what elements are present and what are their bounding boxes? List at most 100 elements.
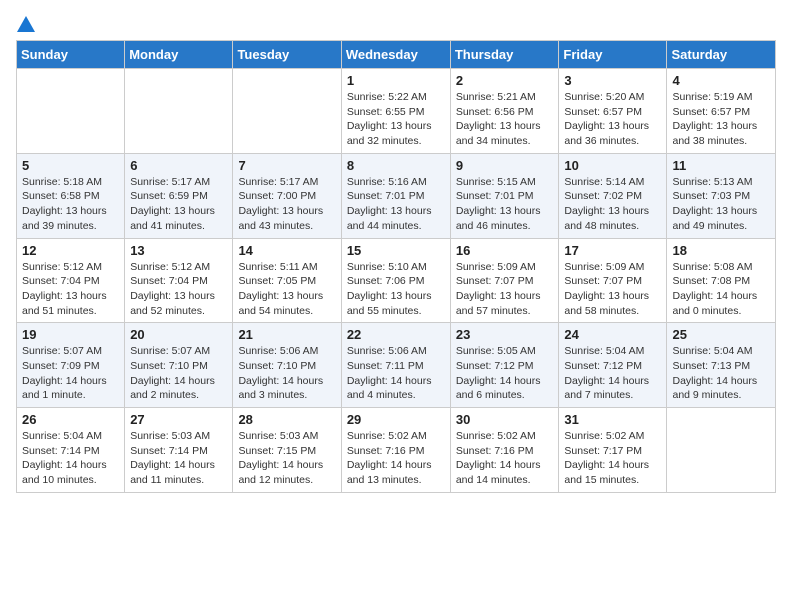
day-info: Sunrise: 5:20 AM Sunset: 6:57 PM Dayligh… xyxy=(564,90,661,149)
day-info: Sunrise: 5:18 AM Sunset: 6:58 PM Dayligh… xyxy=(22,175,119,234)
day-info: Sunrise: 5:21 AM Sunset: 6:56 PM Dayligh… xyxy=(456,90,554,149)
day-number: 21 xyxy=(238,327,335,342)
calendar-cell: 25 Sunrise: 5:04 AM Sunset: 7:13 PM Dayli… xyxy=(667,323,776,408)
day-info: Sunrise: 5:17 AM Sunset: 7:00 PM Dayligh… xyxy=(238,175,335,234)
calendar-cell: 21 Sunrise: 5:06 AM Sunset: 7:10 PM Dayli… xyxy=(233,323,341,408)
page-header xyxy=(16,16,776,32)
calendar-cell: 7 Sunrise: 5:17 AM Sunset: 7:00 PM Daylig… xyxy=(233,153,341,238)
weekday-header: Tuesday xyxy=(233,41,341,69)
calendar-week-row: 12 Sunrise: 5:12 AM Sunset: 7:04 PM Dayli… xyxy=(17,238,776,323)
day-number: 25 xyxy=(672,327,770,342)
day-number: 28 xyxy=(238,412,335,427)
day-info: Sunrise: 5:08 AM Sunset: 7:08 PM Dayligh… xyxy=(672,260,770,319)
day-info: Sunrise: 5:07 AM Sunset: 7:10 PM Dayligh… xyxy=(130,344,227,403)
calendar-cell: 18 Sunrise: 5:08 AM Sunset: 7:08 PM Dayli… xyxy=(667,238,776,323)
day-number: 6 xyxy=(130,158,227,173)
day-number: 10 xyxy=(564,158,661,173)
day-info: Sunrise: 5:12 AM Sunset: 7:04 PM Dayligh… xyxy=(130,260,227,319)
day-info: Sunrise: 5:12 AM Sunset: 7:04 PM Dayligh… xyxy=(22,260,119,319)
day-number: 27 xyxy=(130,412,227,427)
day-number: 17 xyxy=(564,243,661,258)
day-info: Sunrise: 5:06 AM Sunset: 7:10 PM Dayligh… xyxy=(238,344,335,403)
calendar-cell: 4Sunrise: 5:19 AM Sunset: 6:57 PM Daylig… xyxy=(667,69,776,154)
day-info: Sunrise: 5:15 AM Sunset: 7:01 PM Dayligh… xyxy=(456,175,554,234)
weekday-header: Monday xyxy=(125,41,233,69)
day-info: Sunrise: 5:14 AM Sunset: 7:02 PM Dayligh… xyxy=(564,175,661,234)
calendar-header-row: SundayMondayTuesdayWednesdayThursdayFrid… xyxy=(17,41,776,69)
day-number: 31 xyxy=(564,412,661,427)
day-info: Sunrise: 5:04 AM Sunset: 7:13 PM Dayligh… xyxy=(672,344,770,403)
calendar-cell: 27 Sunrise: 5:03 AM Sunset: 7:14 PM Dayli… xyxy=(125,408,233,493)
day-number: 22 xyxy=(347,327,445,342)
day-info: Sunrise: 5:10 AM Sunset: 7:06 PM Dayligh… xyxy=(347,260,445,319)
day-number: 15 xyxy=(347,243,445,258)
day-info: Sunrise: 5:13 AM Sunset: 7:03 PM Dayligh… xyxy=(672,175,770,234)
day-info: Sunrise: 5:17 AM Sunset: 6:59 PM Dayligh… xyxy=(130,175,227,234)
day-number: 7 xyxy=(238,158,335,173)
calendar-cell: 5 Sunrise: 5:18 AM Sunset: 6:58 PM Daylig… xyxy=(17,153,125,238)
day-info: Sunrise: 5:06 AM Sunset: 7:11 PM Dayligh… xyxy=(347,344,445,403)
day-number: 30 xyxy=(456,412,554,427)
calendar-week-row: 19 Sunrise: 5:07 AM Sunset: 7:09 PM Dayli… xyxy=(17,323,776,408)
weekday-header: Wednesday xyxy=(341,41,450,69)
calendar-cell xyxy=(17,69,125,154)
calendar-cell: 15 Sunrise: 5:10 AM Sunset: 7:06 PM Dayli… xyxy=(341,238,450,323)
calendar-cell xyxy=(667,408,776,493)
day-info: Sunrise: 5:09 AM Sunset: 7:07 PM Dayligh… xyxy=(456,260,554,319)
day-info: Sunrise: 5:07 AM Sunset: 7:09 PM Dayligh… xyxy=(22,344,119,403)
day-info: Sunrise: 5:09 AM Sunset: 7:07 PM Dayligh… xyxy=(564,260,661,319)
calendar-cell: 31Sunrise: 5:02 AM Sunset: 7:17 PM Dayli… xyxy=(559,408,667,493)
day-info: Sunrise: 5:03 AM Sunset: 7:14 PM Dayligh… xyxy=(130,429,227,488)
day-number: 2 xyxy=(456,73,554,88)
day-number: 3 xyxy=(564,73,661,88)
day-number: 1 xyxy=(347,73,445,88)
day-number: 14 xyxy=(238,243,335,258)
calendar-cell: 23 Sunrise: 5:05 AM Sunset: 7:12 PM Dayli… xyxy=(450,323,559,408)
calendar-cell: 28 Sunrise: 5:03 AM Sunset: 7:15 PM Dayli… xyxy=(233,408,341,493)
calendar-cell: 30 Sunrise: 5:02 AM Sunset: 7:16 PM Dayli… xyxy=(450,408,559,493)
day-number: 13 xyxy=(130,243,227,258)
day-number: 23 xyxy=(456,327,554,342)
day-number: 12 xyxy=(22,243,119,258)
calendar-cell: 6 Sunrise: 5:17 AM Sunset: 6:59 PM Daylig… xyxy=(125,153,233,238)
calendar-cell: 14Sunrise: 5:11 AM Sunset: 7:05 PM Dayli… xyxy=(233,238,341,323)
calendar-cell: 16Sunrise: 5:09 AM Sunset: 7:07 PM Dayli… xyxy=(450,238,559,323)
calendar-week-row: 5 Sunrise: 5:18 AM Sunset: 6:58 PM Daylig… xyxy=(17,153,776,238)
day-info: Sunrise: 5:04 AM Sunset: 7:12 PM Dayligh… xyxy=(564,344,661,403)
calendar-cell: 2 Sunrise: 5:21 AM Sunset: 6:56 PM Daylig… xyxy=(450,69,559,154)
day-number: 8 xyxy=(347,158,445,173)
calendar-cell: 3 Sunrise: 5:20 AM Sunset: 6:57 PM Daylig… xyxy=(559,69,667,154)
day-number: 5 xyxy=(22,158,119,173)
calendar-cell xyxy=(125,69,233,154)
calendar-cell: 26 Sunrise: 5:04 AM Sunset: 7:14 PM Dayli… xyxy=(17,408,125,493)
calendar-cell: 11 Sunrise: 5:13 AM Sunset: 7:03 PM Dayli… xyxy=(667,153,776,238)
day-info: Sunrise: 5:04 AM Sunset: 7:14 PM Dayligh… xyxy=(22,429,119,488)
day-info: Sunrise: 5:02 AM Sunset: 7:16 PM Dayligh… xyxy=(456,429,554,488)
logo xyxy=(16,16,35,32)
day-number: 4 xyxy=(672,73,770,88)
day-number: 11 xyxy=(672,158,770,173)
calendar-cell: 24Sunrise: 5:04 AM Sunset: 7:12 PM Dayli… xyxy=(559,323,667,408)
calendar-cell: 13 Sunrise: 5:12 AM Sunset: 7:04 PM Dayli… xyxy=(125,238,233,323)
day-number: 20 xyxy=(130,327,227,342)
day-number: 26 xyxy=(22,412,119,427)
day-info: Sunrise: 5:03 AM Sunset: 7:15 PM Dayligh… xyxy=(238,429,335,488)
calendar-week-row: 1 Sunrise: 5:22 AM Sunset: 6:55 PM Daylig… xyxy=(17,69,776,154)
calendar-table: SundayMondayTuesdayWednesdayThursdayFrid… xyxy=(16,40,776,493)
calendar-week-row: 26 Sunrise: 5:04 AM Sunset: 7:14 PM Dayli… xyxy=(17,408,776,493)
calendar-cell: 22 Sunrise: 5:06 AM Sunset: 7:11 PM Dayli… xyxy=(341,323,450,408)
calendar-cell: 20 Sunrise: 5:07 AM Sunset: 7:10 PM Dayli… xyxy=(125,323,233,408)
day-info: Sunrise: 5:05 AM Sunset: 7:12 PM Dayligh… xyxy=(456,344,554,403)
calendar-cell: 9Sunrise: 5:15 AM Sunset: 7:01 PM Daylig… xyxy=(450,153,559,238)
day-info: Sunrise: 5:02 AM Sunset: 7:16 PM Dayligh… xyxy=(347,429,445,488)
calendar-cell: 10 Sunrise: 5:14 AM Sunset: 7:02 PM Dayli… xyxy=(559,153,667,238)
calendar-cell xyxy=(233,69,341,154)
day-number: 19 xyxy=(22,327,119,342)
weekday-header: Thursday xyxy=(450,41,559,69)
calendar-cell: 17 Sunrise: 5:09 AM Sunset: 7:07 PM Dayli… xyxy=(559,238,667,323)
day-info: Sunrise: 5:16 AM Sunset: 7:01 PM Dayligh… xyxy=(347,175,445,234)
calendar-cell: 8 Sunrise: 5:16 AM Sunset: 7:01 PM Daylig… xyxy=(341,153,450,238)
day-number: 29 xyxy=(347,412,445,427)
day-number: 18 xyxy=(672,243,770,258)
day-info: Sunrise: 5:22 AM Sunset: 6:55 PM Dayligh… xyxy=(347,90,445,149)
